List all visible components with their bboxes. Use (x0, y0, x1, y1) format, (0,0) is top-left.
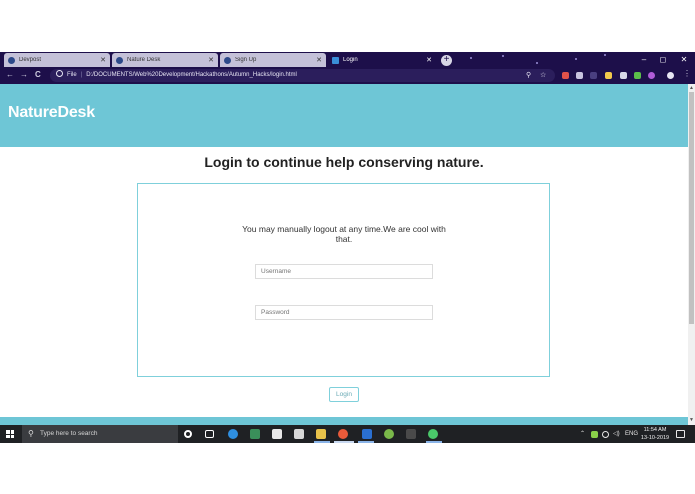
back-icon[interactable]: ← (6, 70, 14, 80)
language-indicator[interactable]: ENG (625, 425, 638, 443)
login-button[interactable]: Login (329, 387, 359, 402)
logout-notice: You may manually logout at any time.We a… (242, 224, 446, 244)
app-icon[interactable] (428, 429, 438, 439)
bookmark-star-icon[interactable]: ☆ (540, 69, 546, 82)
profile-avatar-icon[interactable] (667, 72, 674, 79)
tab-sign-up[interactable]: Sign Up ✕ (220, 53, 326, 67)
network-icon[interactable] (602, 431, 609, 438)
extension-icon[interactable] (576, 72, 583, 79)
volume-icon[interactable]: ◁) (613, 425, 620, 443)
photos-app-icon[interactable] (250, 429, 260, 439)
file-scheme-label: File (67, 72, 77, 78)
brand-logo[interactable]: NatureDesk (8, 104, 95, 122)
cortana-icon[interactable] (184, 430, 192, 438)
globe-favicon-icon (224, 56, 231, 64)
minimize-icon[interactable]: – (638, 55, 650, 64)
forward-icon[interactable]: → (20, 70, 28, 80)
windows-start-icon[interactable] (6, 430, 14, 438)
extension-icon[interactable] (648, 72, 655, 79)
extension-icon[interactable] (590, 72, 597, 79)
tray-app-icon[interactable] (591, 431, 598, 438)
tab-nature-desk[interactable]: Nature Desk ✕ (112, 53, 218, 67)
browser-tab-strip: Devpost ✕ Nature Desk ✕ Sign Up ✕ Login … (0, 52, 695, 67)
page-scrollbar[interactable]: ▲ ▼ (688, 84, 695, 425)
tab-label: Sign Up (235, 57, 257, 63)
decor-dot (575, 58, 577, 60)
zoom-icon[interactable]: ⚲ (526, 69, 531, 82)
new-tab-button[interactable]: + (441, 55, 452, 66)
screen: Devpost ✕ Nature Desk ✕ Sign Up ✕ Login … (0, 0, 695, 494)
file-explorer-icon[interactable] (316, 429, 326, 439)
reload-icon[interactable]: C (35, 70, 41, 80)
site-footer (0, 417, 688, 425)
notifications-icon[interactable] (676, 430, 685, 438)
mail-icon[interactable] (294, 429, 304, 439)
globe-favicon-icon (116, 56, 123, 64)
extension-icon[interactable] (605, 72, 612, 79)
tab-close-icon[interactable]: ✕ (315, 56, 323, 64)
windows-taskbar: ⚲ Type here to search ⌃ ◁) ENG 11:54 AM … (0, 425, 695, 443)
search-icon: ⚲ (28, 429, 34, 438)
decor-dot (604, 54, 606, 56)
browser-toolbar: ← → C File | D:/DOCUMENTS/Web%20Developmen… (0, 67, 695, 84)
store-icon[interactable] (272, 429, 282, 439)
scroll-up-icon[interactable]: ▲ (688, 85, 695, 91)
address-separator: | (80, 72, 83, 78)
menu-dots-icon[interactable]: ⋮ (683, 69, 691, 79)
tab-label: Nature Desk (127, 57, 161, 63)
taskbar-search-box[interactable]: ⚲ Type here to search (22, 425, 178, 443)
top-margin (0, 0, 695, 52)
close-icon[interactable]: ✕ (678, 55, 690, 64)
password-input[interactable] (255, 305, 433, 320)
clock-time: 11:54 AM (643, 427, 667, 433)
tray-chevron-icon[interactable]: ⌃ (580, 425, 585, 443)
scroll-down-icon[interactable]: ▼ (688, 417, 695, 423)
decor-dot (536, 62, 538, 64)
tab-close-icon[interactable]: ✕ (207, 56, 215, 64)
search-placeholder: Type here to search (40, 430, 98, 437)
file-favicon-icon (332, 56, 339, 64)
login-card: You may manually logout at any time.We a… (137, 183, 550, 377)
extension-icon[interactable] (620, 72, 627, 79)
chrome-icon[interactable] (338, 429, 348, 439)
taskbar-clock[interactable]: 11:54 AM 13-10-2019 (638, 426, 672, 442)
tab-label: Devpost (19, 57, 42, 63)
clock-date: 13-10-2019 (640, 435, 670, 441)
tab-login[interactable]: Login ✕ (328, 53, 436, 67)
app-icon[interactable] (406, 429, 416, 439)
decor-dot (502, 55, 504, 57)
edge-browser-icon[interactable] (228, 429, 238, 439)
scroll-thumb[interactable] (689, 92, 694, 324)
web-page: NatureDesk Login to continue help conser… (0, 84, 688, 425)
vscode-icon[interactable] (362, 429, 372, 439)
android-studio-icon[interactable] (384, 429, 394, 439)
page-title: Login to continue help conserving nature… (204, 154, 484, 170)
tab-label: Login (343, 57, 358, 63)
extension-icon[interactable] (562, 72, 569, 79)
site-header: NatureDesk (0, 84, 688, 147)
address-bar[interactable]: File | D:/DOCUMENTS/Web%20Development/Hack… (50, 69, 555, 82)
tab-close-icon[interactable]: ✕ (99, 56, 107, 64)
devpost-favicon-icon (8, 56, 15, 64)
tab-devpost[interactable]: Devpost ✕ (4, 53, 110, 67)
address-url: D:/DOCUMENTS/Web%20Development/Hackathon… (86, 72, 297, 78)
bottom-margin (0, 443, 695, 494)
username-input[interactable] (255, 264, 433, 279)
tab-close-icon[interactable]: ✕ (425, 56, 433, 64)
decor-dot (470, 57, 472, 59)
info-icon[interactable] (56, 70, 63, 77)
extension-icon[interactable] (634, 72, 641, 79)
task-view-icon[interactable] (205, 430, 214, 438)
maximize-icon[interactable]: ◻ (657, 55, 669, 64)
